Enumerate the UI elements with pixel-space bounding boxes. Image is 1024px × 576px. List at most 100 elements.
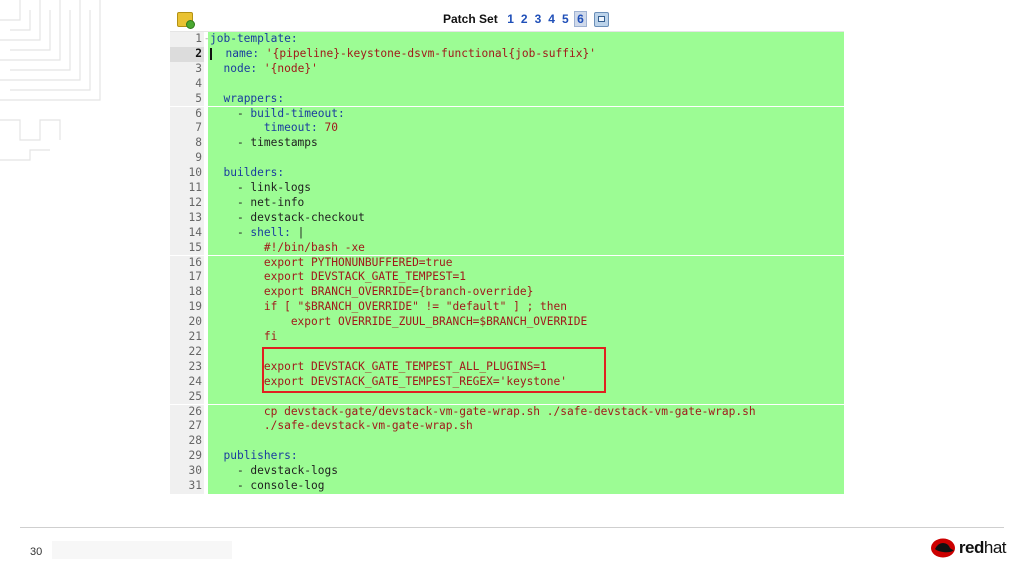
line-number[interactable]: 23 [170, 359, 204, 375]
line-number[interactable]: 21 [170, 330, 204, 345]
line-number[interactable]: 14 [170, 225, 204, 241]
code-review-diff-viewer: Patch Set 123456 1- job-template: 2 name: … [170, 7, 844, 499]
footer-divider [20, 527, 1004, 528]
patch-set-5-link[interactable]: 5 [562, 12, 569, 26]
line-number[interactable]: 1 [170, 32, 204, 47]
line-number[interactable]: 25 [170, 389, 204, 405]
code-text[interactable] [208, 434, 844, 450]
code-text[interactable]: export PYTHONUNBUFFERED=true [208, 255, 844, 271]
code-text[interactable] [208, 151, 844, 167]
code-token: | [290, 225, 305, 239]
code-line: 12 - net-info [170, 195, 844, 211]
line-number[interactable]: 18 [170, 285, 204, 301]
line-number[interactable]: 7 [170, 121, 204, 137]
line-number[interactable]: 15 [170, 240, 204, 256]
code-line: 7 timeout: 70 [170, 121, 844, 137]
code-line: 10 builders: [170, 166, 844, 181]
line-number[interactable]: 2 [170, 46, 204, 62]
line-number[interactable]: 27 [170, 419, 204, 435]
code-token: cp devstack-gate/devstack-vm-gate-wrap.s… [210, 404, 756, 418]
code-token: if [ "$BRANCH_OVERRIDE" != "default" ] ;… [210, 300, 567, 314]
code-text[interactable]: wrappers: [208, 91, 844, 107]
patch-set-options-icon[interactable] [593, 11, 609, 27]
line-number[interactable]: 26 [170, 404, 204, 420]
line-number[interactable]: 10 [170, 166, 204, 181]
code-token: wrappers: [223, 91, 285, 105]
patch-set-label: Patch Set [443, 12, 498, 26]
line-number[interactable]: 11 [170, 181, 204, 196]
line-number[interactable]: 20 [170, 315, 204, 330]
code-text[interactable]: - build-timeout: [208, 106, 844, 122]
line-number[interactable]: 31 [170, 479, 204, 494]
code-text[interactable]: builders: [208, 166, 844, 181]
line-number[interactable]: 30 [170, 464, 204, 479]
code-text[interactable]: export DEVSTACK_GATE_TEMPEST_REGEX='keys… [208, 374, 844, 390]
code-token: export DEVSTACK_GATE_TEMPEST=1 [210, 270, 466, 284]
line-number[interactable]: 9 [170, 151, 204, 167]
code-text[interactable]: - link-logs [208, 181, 844, 196]
code-text[interactable]: fi [208, 330, 844, 345]
code-text[interactable] [208, 389, 844, 405]
code-text[interactable]: export BRANCH_OVERRIDE={branch-override} [208, 285, 844, 301]
line-number[interactable]: 3 [170, 61, 204, 77]
code-text[interactable]: - devstack-logs [208, 464, 844, 479]
line-number[interactable]: 13 [170, 210, 204, 226]
code-line: 29 publishers: [170, 449, 844, 465]
line-number[interactable]: 28 [170, 434, 204, 450]
code-text[interactable]: - shell: | [208, 225, 844, 241]
line-number[interactable]: 6 [170, 106, 204, 122]
code-token: - timestamps [210, 136, 318, 150]
code-text[interactable]: cp devstack-gate/devstack-vm-gate-wrap.s… [208, 404, 844, 420]
line-number[interactable]: 4 [170, 76, 204, 92]
code-text[interactable]: - devstack-checkout [208, 210, 844, 226]
code-line: 13 - devstack-checkout [170, 210, 844, 226]
code-text[interactable] [208, 344, 844, 360]
code-text[interactable]: if [ "$BRANCH_OVERRIDE" != "default" ] ;… [208, 300, 844, 316]
code-text[interactable]: export DEVSTACK_GATE_TEMPEST=1 [208, 270, 844, 286]
code-text[interactable]: export OVERRIDE_ZUUL_BRANCH=$BRANCH_OVER… [208, 315, 844, 330]
code-text[interactable]: name: '{pipeline}-keystone-dsvm-function… [208, 46, 844, 62]
code-text[interactable]: job-template: [208, 32, 844, 47]
code-text[interactable]: - console-log [208, 479, 844, 494]
patch-set-2-link[interactable]: 2 [521, 12, 528, 26]
code-text[interactable]: - net-info [208, 195, 844, 211]
patch-set-1-link[interactable]: 1 [507, 12, 514, 26]
code-line: 30 - devstack-logs [170, 464, 844, 479]
code-text[interactable]: publishers: [208, 449, 844, 465]
code-line: 9 [170, 151, 844, 167]
code-token: export PYTHONUNBUFFERED=true [210, 255, 453, 269]
patch-set-6-link[interactable]: 6 [574, 11, 587, 27]
line-number[interactable]: 19 [170, 300, 204, 316]
code-text[interactable]: #!/bin/bash -xe [208, 240, 844, 256]
line-number[interactable]: 22 [170, 344, 204, 360]
redhat-hat-icon [930, 538, 955, 558]
code-text[interactable]: node: '{node}' [208, 61, 844, 77]
code-text[interactable] [208, 76, 844, 92]
line-number[interactable]: 5 [170, 91, 204, 107]
diff-toolbar: Patch Set 123456 [170, 7, 844, 32]
patch-set-3-link[interactable]: 3 [535, 12, 542, 26]
code-text[interactable]: ./safe-devstack-vm-gate-wrap.sh [208, 419, 844, 435]
code-text[interactable]: timeout: 70 [208, 121, 844, 137]
line-number[interactable]: 29 [170, 449, 204, 465]
patch-set-4-link[interactable]: 4 [548, 12, 555, 26]
maze-pattern-decoration [0, 0, 101, 161]
code-token: export OVERRIDE_ZUUL_BRANCH=$BRANCH_OVER… [210, 315, 588, 329]
code-text[interactable]: - timestamps [208, 136, 844, 152]
line-number[interactable]: 16 [170, 255, 204, 271]
code-token: - net-info [210, 195, 305, 209]
code-line: 26 cp devstack-gate/devstack-vm-gate-wra… [170, 404, 844, 420]
code-line: 11 - link-logs [170, 181, 844, 196]
line-number[interactable]: 24 [170, 374, 204, 390]
code-line: 22 [170, 344, 844, 360]
line-number[interactable]: 8 [170, 136, 204, 152]
code-text[interactable]: export DEVSTACK_GATE_TEMPEST_ALL_PLUGINS… [208, 359, 844, 375]
file-added-icon [177, 12, 195, 29]
line-number[interactable]: 12 [170, 195, 204, 211]
line-number[interactable]: 17 [170, 270, 204, 286]
code-token: job-template: [210, 32, 298, 45]
